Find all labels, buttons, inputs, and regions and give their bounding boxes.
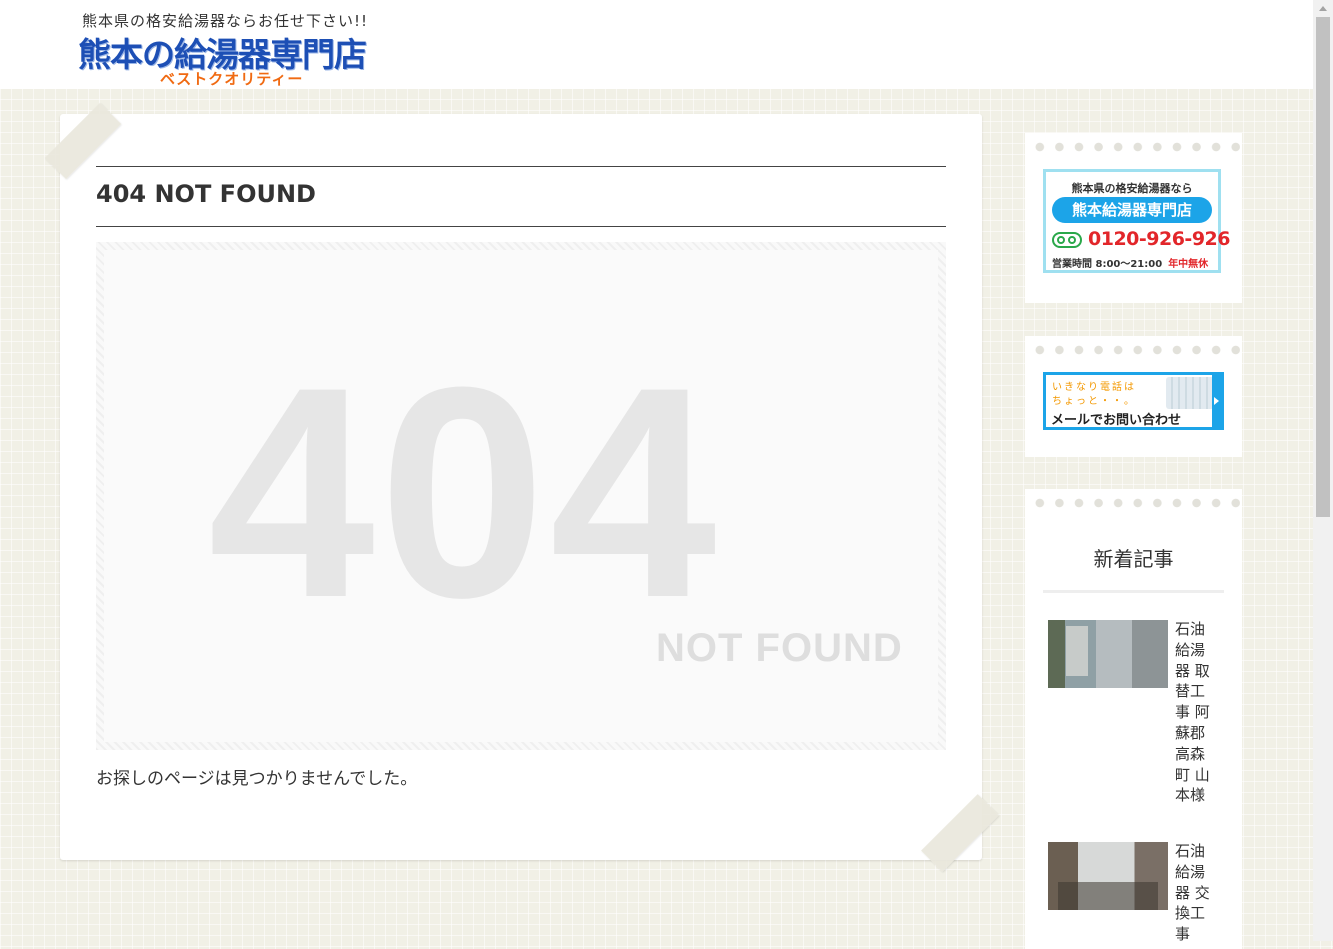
mail-banner-handwritten-2: ちょっと・・。 bbox=[1052, 396, 1136, 407]
not-found-message: お探しのページは見つかりませんでした。 bbox=[96, 769, 418, 789]
scroll-up-arrow-icon[interactable] bbox=[1313, 0, 1333, 17]
widget-dots-decoration bbox=[1030, 498, 1240, 508]
chevron-right-icon bbox=[1212, 375, 1221, 427]
phone-banner-lead: 熊本県の格安給湯器なら bbox=[1071, 182, 1193, 195]
phone-banner-shop: 熊本給湯器専門店 bbox=[1052, 197, 1212, 223]
scrollbar-thumb[interactable] bbox=[1316, 17, 1330, 517]
recent-post-title[interactable]: 石油給湯器 交換工事 bbox=[1175, 841, 1215, 945]
sidebar-widget-recent-posts: 新着記事 石油給湯器 取替工事 阿蘇郡高森町 山本様 石油給湯器 交換工事 bbox=[1025, 489, 1242, 949]
title-divider-top bbox=[96, 166, 946, 167]
recent-post-thumbnail[interactable] bbox=[1048, 842, 1168, 910]
recent-post-title[interactable]: 石油給湯器 取替工事 阿蘇郡高森町 山本様 bbox=[1175, 619, 1215, 806]
page-title: 404 NOT FOUND bbox=[96, 180, 316, 208]
business-hours: 営業時間 8:00〜21:00 年中無休 bbox=[1052, 255, 1208, 270]
recent-posts-divider bbox=[1043, 590, 1224, 593]
site-logo[interactable]: 熊本県の格安給湯器ならお任せ下さい!! 熊本の給湯器専門店 ベストクオリティー bbox=[78, 8, 408, 88]
open-days: 年中無休 bbox=[1168, 259, 1209, 270]
business-hours-text: 営業時間 8:00〜21:00 bbox=[1052, 259, 1163, 270]
freedial-icon bbox=[1052, 232, 1082, 248]
mail-inquiry-banner[interactable]: いきなり電話は ちょっと・・。 メールでお問い合わせ bbox=[1043, 372, 1224, 430]
logo-subtitle: ベストクオリティー bbox=[160, 70, 304, 88]
phone-number: 0120-926-926 bbox=[1088, 228, 1230, 250]
not-found-image: 404 NOT FOUND bbox=[96, 242, 946, 750]
mail-banner-handwritten-1: いきなり電話は bbox=[1052, 382, 1136, 393]
title-divider-bottom bbox=[96, 226, 946, 227]
not-found-caption: NOT FOUND bbox=[656, 626, 903, 670]
sidebar-widget-phone: 熊本県の格安給湯器なら 熊本給湯器専門店 0120-926-926 営業時間 8… bbox=[1025, 133, 1242, 303]
vertical-scrollbar[interactable] bbox=[1313, 0, 1333, 941]
widget-dots-decoration bbox=[1030, 345, 1240, 355]
mail-banner-text: メールでお問い合わせ bbox=[1051, 413, 1182, 428]
phone-banner[interactable]: 熊本県の格安給湯器なら 熊本給湯器専門店 0120-926-926 営業時間 8… bbox=[1043, 169, 1230, 273]
keyboard-hand-image bbox=[1166, 377, 1214, 409]
recent-post-thumbnail[interactable] bbox=[1048, 620, 1168, 688]
widget-dots-decoration bbox=[1030, 142, 1240, 152]
recent-posts-title: 新着記事 bbox=[1093, 547, 1174, 571]
sidebar-widget-mail: いきなり電話は ちょっと・・。 メールでお問い合わせ bbox=[1025, 336, 1242, 457]
site-header: 熊本県の格安給湯器ならお任せ下さい!! 熊本の給湯器専門店 ベストクオリティー bbox=[0, 0, 1313, 89]
not-found-big-number: 404 bbox=[208, 324, 721, 660]
